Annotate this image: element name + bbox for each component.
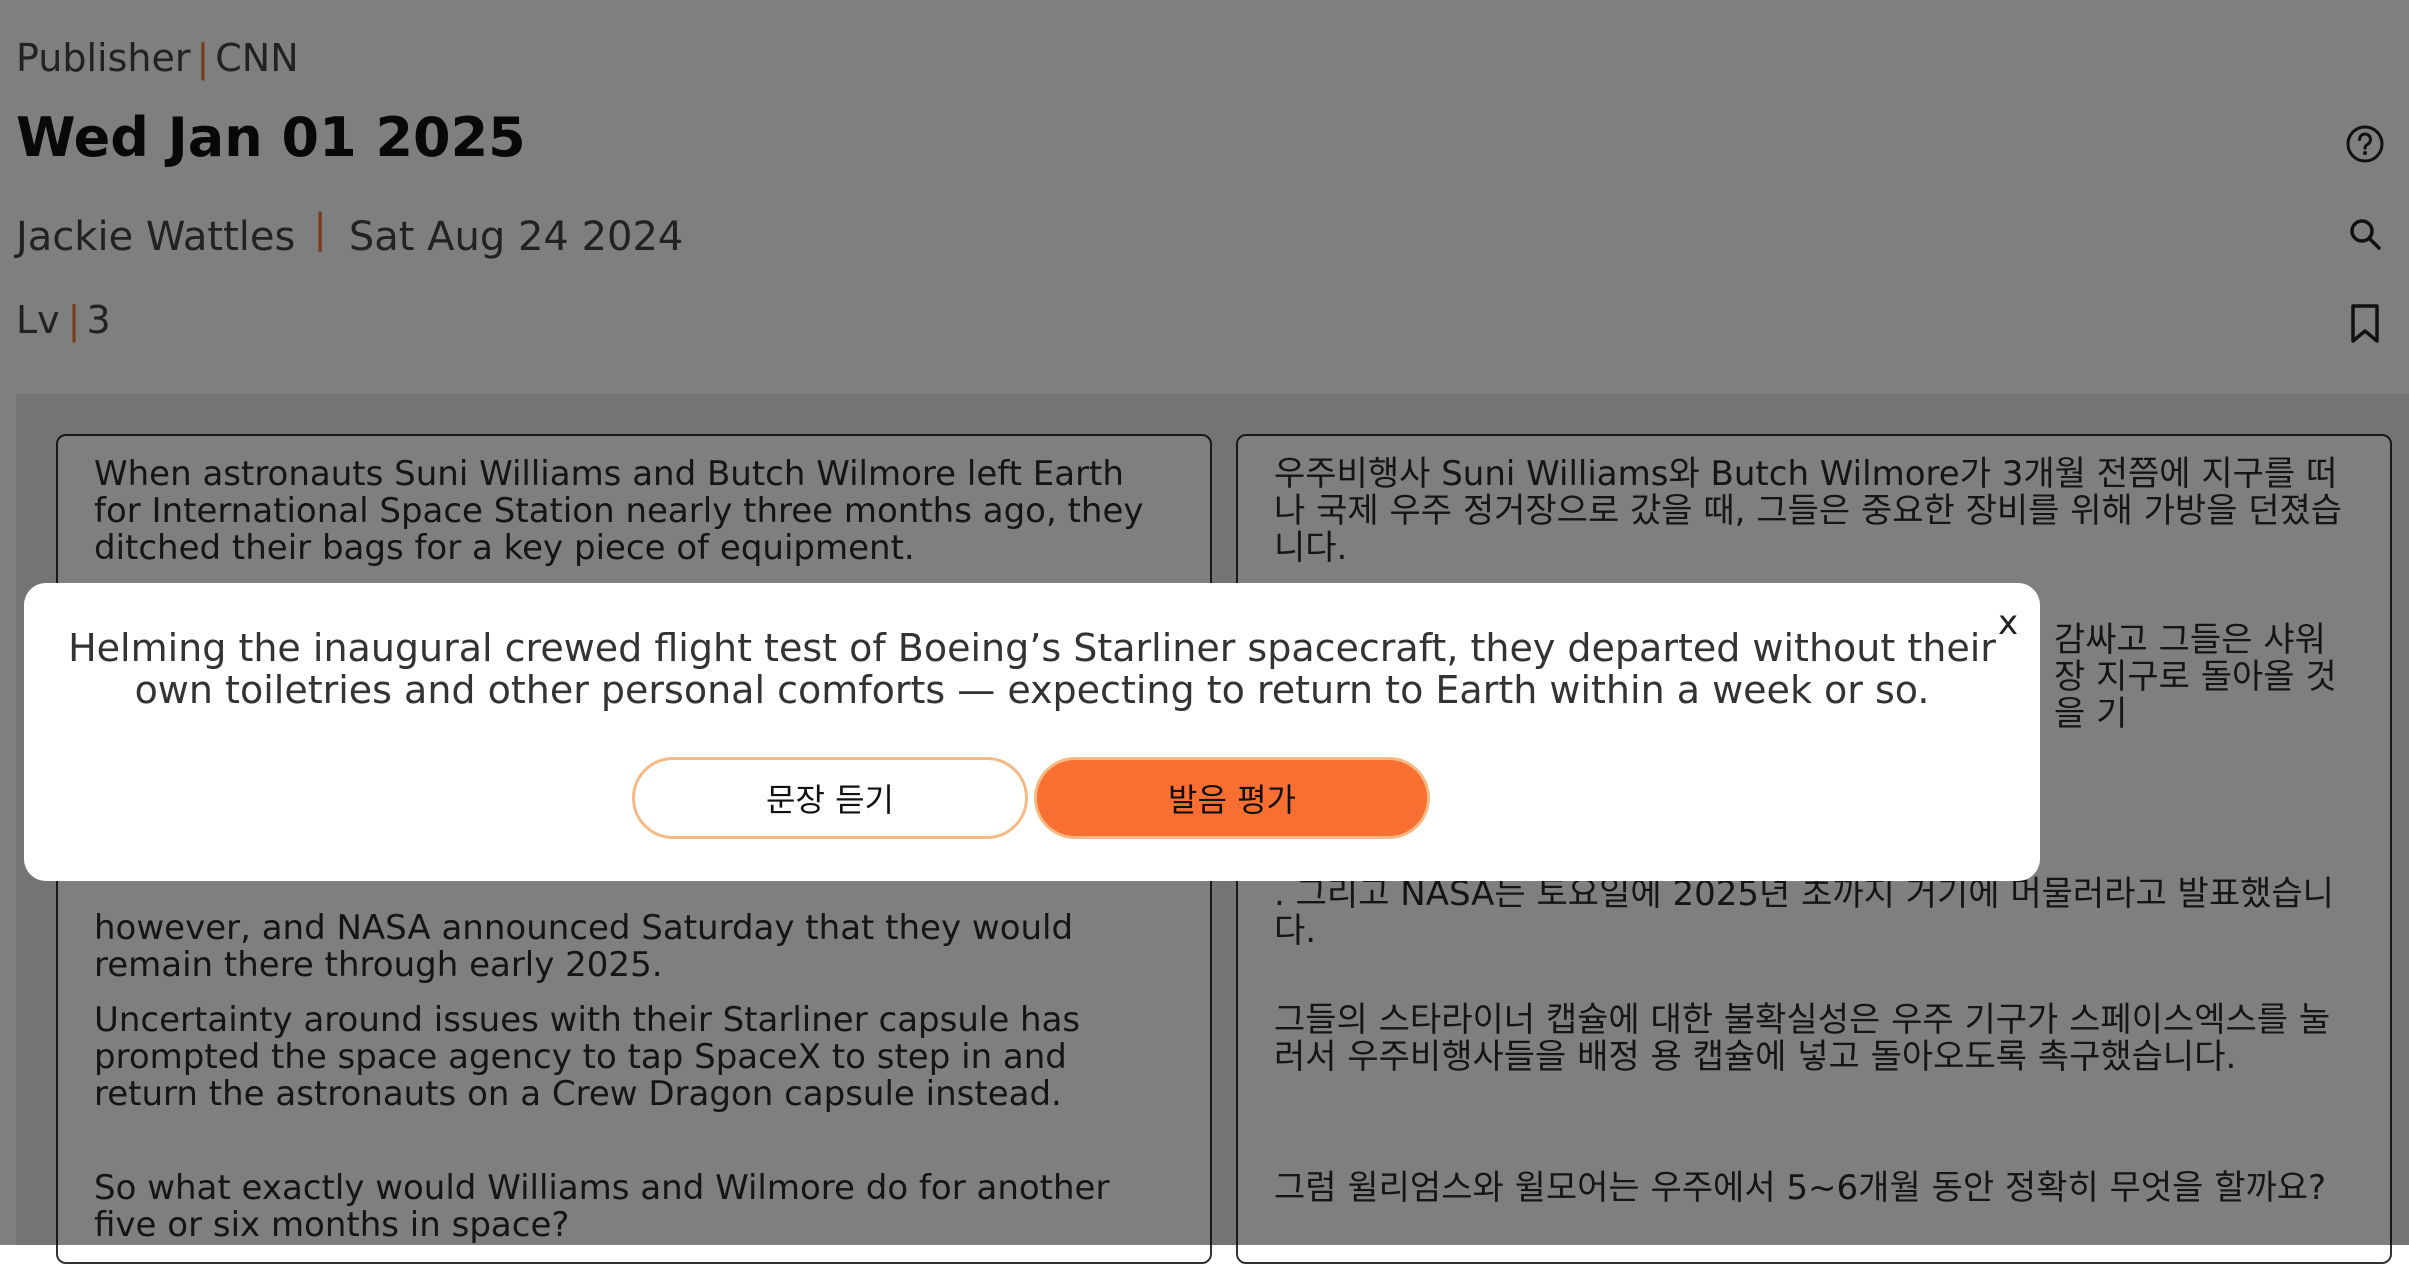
modal-sentence: Helming the inaugural crewed flight test… bbox=[68, 626, 1996, 712]
sentence-modal: x Helming the inaugural crewed flight te… bbox=[24, 583, 2040, 881]
listen-sentence-button[interactable]: 문장 듣기 bbox=[632, 757, 1028, 839]
pronunciation-evaluate-button[interactable]: 발음 평가 bbox=[1034, 757, 1430, 839]
